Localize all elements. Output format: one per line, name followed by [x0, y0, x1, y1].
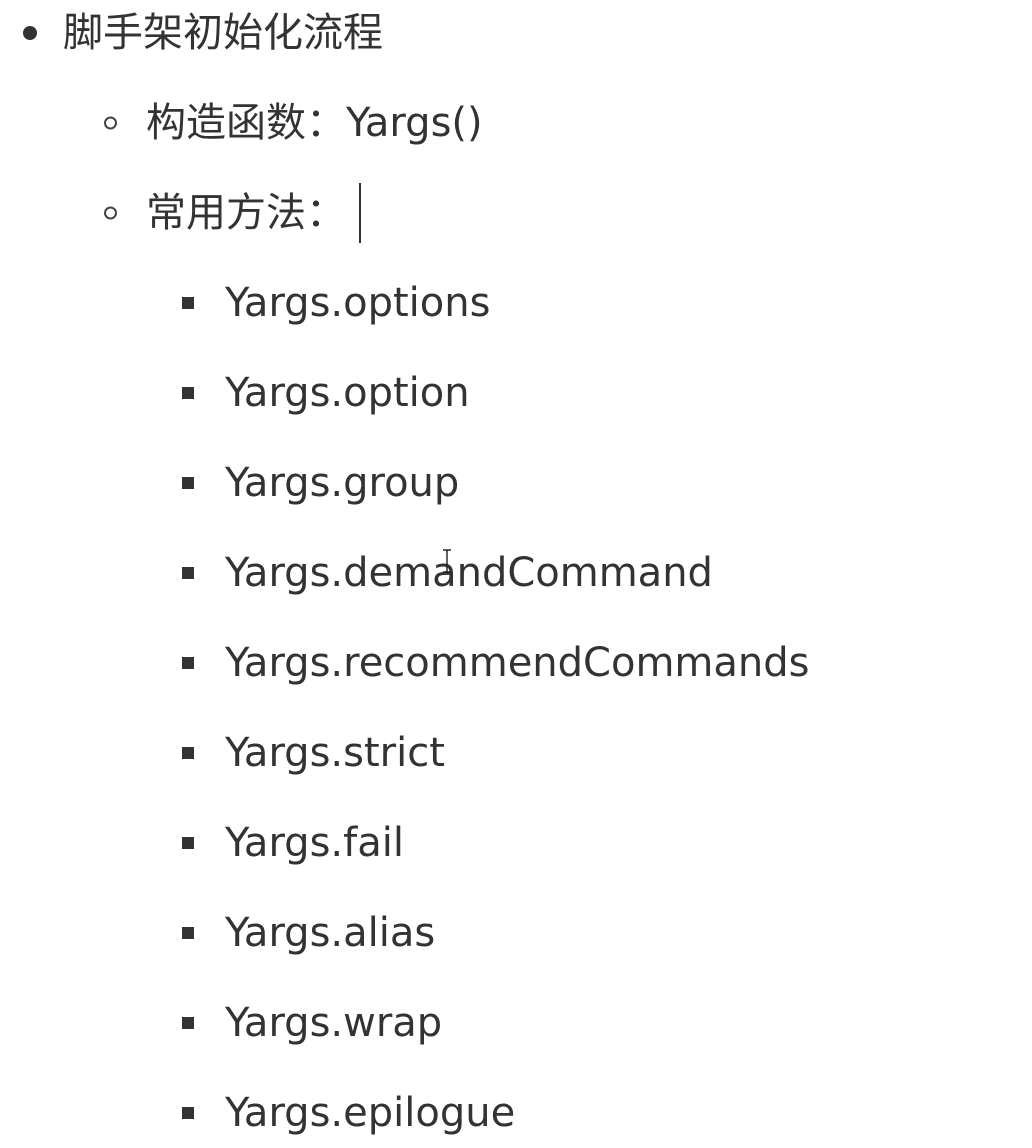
hollow-circle-bullet-icon	[104, 206, 117, 220]
filled-square-bullet-icon	[182, 1017, 194, 1029]
filled-square-bullet-icon	[182, 387, 194, 399]
filled-square-bullet-icon	[182, 927, 194, 939]
list-item-label: 构造函数：Yargs()	[146, 100, 483, 146]
filled-square-bullet-icon	[182, 567, 194, 579]
text-caret	[359, 183, 361, 243]
list-item-label: Yargs.options	[225, 280, 491, 326]
list-item-label: 脚手架初始化流程	[63, 10, 383, 56]
filled-disc-bullet-icon	[23, 26, 37, 40]
list-item-label: Yargs.alias	[225, 910, 436, 956]
list-item-label: Yargs.recommendCommands	[225, 640, 810, 686]
outline-editor[interactable]: 脚手架初始化流程 构造函数：Yargs() 常用方法： Yargs.option…	[0, 0, 1032, 1148]
hollow-circle-bullet-icon	[104, 116, 117, 130]
list-item-level3[interactable]: Yargs.options	[0, 258, 1032, 348]
list-item-level3[interactable]: Yargs.option	[0, 348, 1032, 438]
list-item-label: Yargs.demandCommand	[225, 550, 713, 596]
list-item-label: Yargs.group	[225, 460, 460, 506]
list-item-level2[interactable]: 构造函数：Yargs()	[0, 78, 1032, 168]
filled-square-bullet-icon	[182, 657, 194, 669]
list-item-label: Yargs.wrap	[225, 1000, 443, 1046]
list-item-label: Yargs.epilogue	[225, 1090, 516, 1136]
list-item-level3[interactable]: Yargs.fail	[0, 798, 1032, 888]
list-item-level3[interactable]: Yargs.demandCommand	[0, 528, 1032, 618]
list-item-label: 常用方法：	[146, 190, 346, 236]
list-item-level3[interactable]: Yargs.strict	[0, 708, 1032, 798]
filled-square-bullet-icon	[182, 477, 194, 489]
ibeam-cursor-icon	[443, 549, 451, 573]
list-item-level3[interactable]: Yargs.wrap	[0, 978, 1032, 1068]
list-item-label: Yargs.option	[225, 370, 470, 416]
filled-square-bullet-icon	[182, 747, 194, 759]
filled-square-bullet-icon	[182, 297, 194, 309]
list-item-level2[interactable]: 常用方法：	[0, 168, 1032, 258]
list-item-label: Yargs.fail	[225, 820, 404, 866]
filled-square-bullet-icon	[182, 1107, 194, 1119]
filled-square-bullet-icon	[182, 837, 194, 849]
list-item-level3[interactable]: Yargs.group	[0, 438, 1032, 528]
list-item-level3[interactable]: Yargs.epilogue	[0, 1068, 1032, 1148]
list-item-level3[interactable]: Yargs.recommendCommands	[0, 618, 1032, 708]
list-item-level3[interactable]: Yargs.alias	[0, 888, 1032, 978]
list-item-label: Yargs.strict	[225, 730, 445, 776]
list-item-level1[interactable]: 脚手架初始化流程	[0, 0, 1032, 78]
